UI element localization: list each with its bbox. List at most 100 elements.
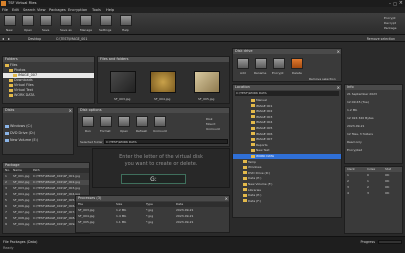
- save-icon[interactable]: [40, 15, 52, 26]
- table-row[interactable]: SF_004.jpg 1.4 Mb *.jpg 2023-09-21: [76, 214, 229, 219]
- refresh-button[interactable]: Refresh: [136, 129, 147, 133]
- menu-search[interactable]: Search: [23, 8, 35, 12]
- address-right[interactable]: Remove selection: [367, 37, 395, 41]
- explorer-item[interactable]: Data (E:): [233, 176, 341, 181]
- explorer-item[interactable]: IMAGE 007: [233, 137, 341, 142]
- explorer-path[interactable]: C:\TEST\WORK DATA: [235, 91, 339, 96]
- explorer-item[interactable]: IMAGE 006: [233, 132, 341, 137]
- unmount-button[interactable]: Unmount: [153, 129, 167, 133]
- image-thumbnail[interactable]: [194, 71, 220, 93]
- drive-item[interactable]: DVD Drive (D:): [3, 131, 73, 136]
- new-icon[interactable]: [4, 15, 16, 26]
- unmount-icon[interactable]: [154, 116, 166, 127]
- close-icon[interactable]: ×: [337, 85, 340, 90]
- explorer-item[interactable]: DVD Drive (D:): [233, 171, 341, 176]
- menu-tools[interactable]: Tools: [92, 8, 101, 12]
- table-row[interactable]: 2 SF_002.jpg C:\TEST\IMAGE_001\SF_002.jpg: [3, 180, 89, 185]
- help-icon[interactable]: [120, 15, 132, 26]
- run-icon[interactable]: [82, 116, 94, 127]
- explorer-item[interactable]: WORK DATA: [233, 154, 341, 159]
- new-button[interactable]: New: [6, 28, 13, 32]
- explorer-item[interactable]: IMAGE 001: [233, 104, 341, 109]
- settings-icon[interactable]: [100, 15, 112, 26]
- open-disk-button[interactable]: Open: [120, 129, 128, 133]
- open-disk-icon[interactable]: [118, 116, 130, 127]
- close-button[interactable]: ×: [399, 0, 403, 6]
- menu-edit[interactable]: Edit: [12, 8, 19, 12]
- save-button[interactable]: Save: [42, 28, 49, 32]
- rename-icon[interactable]: [255, 58, 267, 69]
- save-as-button[interactable]: Save as: [60, 28, 72, 32]
- explorer-item[interactable]: IMAGE 004: [233, 120, 341, 125]
- settings-button[interactable]: Settings: [99, 28, 111, 32]
- manage-icon[interactable]: [80, 15, 92, 26]
- explorer-item[interactable]: Manuel: [233, 98, 341, 103]
- address-bar: ◂ ▸ Desktop C:\TEST\IMAGE_001 Remove sel…: [0, 35, 405, 42]
- table-row[interactable]: 1 0 OK: [345, 173, 402, 178]
- explorer-item[interactable]: IMAGE 002: [233, 109, 341, 114]
- cell-name: SF_002.jpg: [13, 180, 30, 184]
- image-thumbnail[interactable]: [110, 71, 136, 93]
- open-button[interactable]: Open: [24, 28, 32, 32]
- table-row[interactable]: 2 1 OK: [345, 179, 402, 184]
- explorer-item[interactable]: New Volume (F:): [233, 182, 341, 187]
- save-as-icon[interactable]: [60, 15, 72, 26]
- delete-button[interactable]: Delete: [292, 71, 302, 75]
- toolbar-decrypt[interactable]: Decrypt: [384, 21, 396, 25]
- remove-selection-link[interactable]: Remove selection: [309, 77, 336, 81]
- table-row[interactable]: 3 SF_003.jpg C:\TEST\IMAGE_001\SF_003.jpg: [3, 186, 89, 191]
- explorer-item[interactable]: Reports: [233, 143, 341, 148]
- explorer-item[interactable]: New Text: [233, 148, 341, 153]
- delete-icon[interactable]: [291, 58, 303, 69]
- add-icon[interactable]: [237, 58, 249, 69]
- unmount-side-label[interactable]: Unmount: [206, 127, 220, 131]
- image-thumbnail[interactable]: [150, 71, 176, 93]
- format-button[interactable]: Format: [100, 129, 111, 133]
- forward-icon[interactable]: ▸: [8, 36, 10, 41]
- mount-side-label[interactable]: Mount: [206, 122, 215, 126]
- encrypt-icon[interactable]: [273, 58, 285, 69]
- explorer-item[interactable]: IMAGE 005: [233, 126, 341, 131]
- explorer-item[interactable]: Data (F:): [233, 199, 341, 204]
- back-icon[interactable]: ◂: [2, 36, 4, 41]
- refresh-icon[interactable]: [136, 116, 148, 127]
- drive-item[interactable]: New Volume (E:): [3, 138, 73, 143]
- explorer-item[interactable]: Windows: [233, 165, 341, 170]
- maximize-button[interactable]: □: [393, 1, 397, 6]
- address-path[interactable]: C:\TEST\IMAGE_001: [56, 37, 87, 41]
- encrypt-button[interactable]: Encrypt: [272, 71, 284, 75]
- close-icon[interactable]: ×: [337, 49, 340, 54]
- toolbar-encrypt[interactable]: Encrypt: [384, 16, 396, 20]
- menu-packages[interactable]: Packages: [49, 8, 66, 12]
- toolbar-package[interactable]: Package: [384, 26, 396, 30]
- explorer-item[interactable]: Libraries: [233, 188, 341, 193]
- open-icon[interactable]: [22, 15, 34, 26]
- menu-help[interactable]: Help: [106, 8, 114, 12]
- menu-encryption[interactable]: Encryption: [68, 8, 87, 12]
- explorer-item[interactable]: Data (E:): [233, 193, 341, 198]
- tree-item[interactable]: WORK DATA: [3, 93, 94, 98]
- drive-letter-input[interactable]: G:: [121, 174, 186, 184]
- info-row: 2023-09-21: [347, 124, 365, 128]
- table-row[interactable]: SF_003.jpg 1.2 Mb *.jpg 2023-09-21: [76, 208, 229, 213]
- table-row[interactable]: SF_005.jpg 1.1 Mb *.jpg 2023-09-21: [76, 220, 229, 225]
- thumbnail-caption: SF_004.jpg: [154, 97, 171, 101]
- selected-folder-field[interactable]: C:\TEST\WORK DATA: [104, 139, 228, 144]
- close-icon[interactable]: ×: [225, 196, 228, 201]
- menu-view[interactable]: View: [37, 8, 46, 12]
- close-icon[interactable]: ×: [69, 108, 72, 113]
- manage-button[interactable]: Manage: [80, 28, 92, 32]
- minimize-button[interactable]: –: [389, 1, 391, 6]
- drive-item[interactable]: Windows (C:): [3, 124, 73, 129]
- rename-button[interactable]: Rename: [254, 71, 266, 75]
- explorer-item[interactable]: IMAGE 003: [233, 115, 341, 120]
- help-button[interactable]: Help: [122, 28, 129, 32]
- table-row[interactable]: 1 SF_001.jpg C:\TEST\IMAGE_001\SF_001.jpg: [3, 174, 89, 179]
- format-icon[interactable]: [100, 116, 112, 127]
- explorer-item[interactable]: Temp: [233, 160, 341, 165]
- add-button[interactable]: Add: [240, 71, 246, 75]
- run-button[interactable]: Run: [85, 129, 91, 133]
- table-row[interactable]: 3 2 OK: [345, 185, 402, 190]
- menu-file[interactable]: File: [2, 8, 8, 12]
- table-row[interactable]: 4 3 OK: [345, 191, 402, 196]
